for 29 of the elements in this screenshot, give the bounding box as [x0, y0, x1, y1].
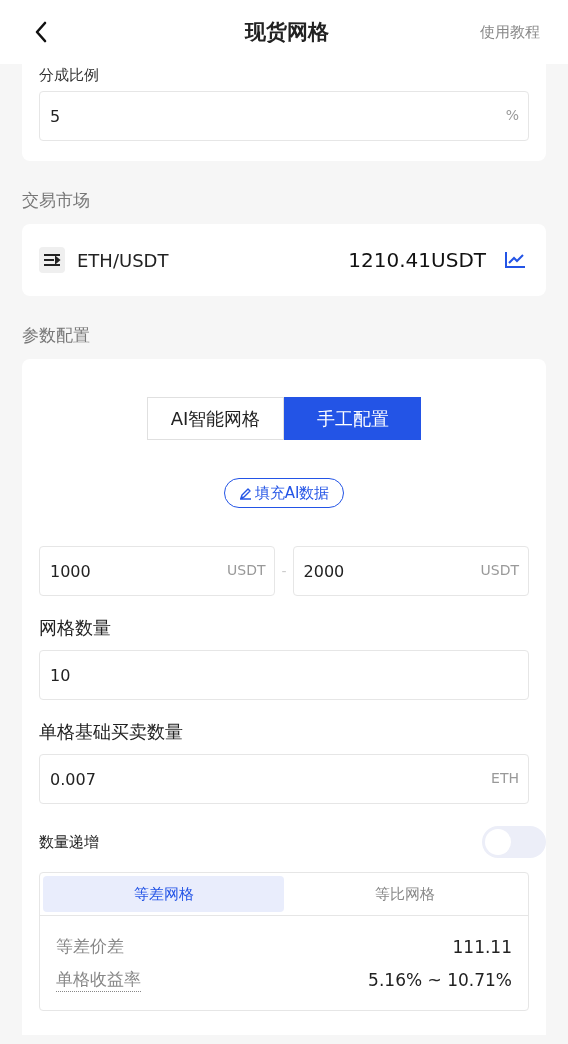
- unit-label: USDT: [480, 562, 519, 578]
- field-label: 网格数量: [39, 616, 112, 640]
- section-title: 参数配置: [21, 324, 91, 347]
- grid-count-field[interactable]: 10: [39, 650, 529, 700]
- field-label: 分成比例: [39, 65, 100, 86]
- section-title: 交易市场: [21, 189, 91, 212]
- stat-label: 等差价差: [56, 935, 124, 958]
- grid-type-tab[interactable]: 等比网格: [284, 876, 525, 912]
- page-title: 现货网格: [245, 19, 329, 46]
- unit-label: %: [505, 107, 519, 123]
- mode-tab[interactable]: 手工配置: [284, 397, 421, 440]
- toggle-label: 数量递增: [39, 832, 99, 852]
- grid-type-tab[interactable]: 等差网格: [43, 876, 284, 912]
- tutorial-link[interactable]: 使用教程: [480, 22, 540, 42]
- stat-value: 5.16% ~ 10.71%: [368, 969, 512, 990]
- range-dash: -: [281, 563, 287, 579]
- back-icon[interactable]: [34, 21, 48, 43]
- stat-label[interactable]: 单格收益率: [56, 967, 141, 992]
- unit-label: USDT: [227, 562, 266, 578]
- price-text: 1210.41USDT: [348, 248, 486, 272]
- pencil-icon: [238, 486, 252, 500]
- mode-tab[interactable]: AI智能网格: [147, 397, 284, 440]
- fill-ai-button[interactable]: 填充AI数据: [223, 478, 345, 508]
- stat-value: 111.11: [452, 936, 512, 957]
- field-label: 单格基础买卖数量: [39, 720, 184, 744]
- list-icon: [39, 247, 65, 273]
- unit-label: ETH: [491, 770, 519, 786]
- chart-icon: [504, 251, 526, 269]
- pair-name[interactable]: ETH/USDT: [77, 249, 349, 271]
